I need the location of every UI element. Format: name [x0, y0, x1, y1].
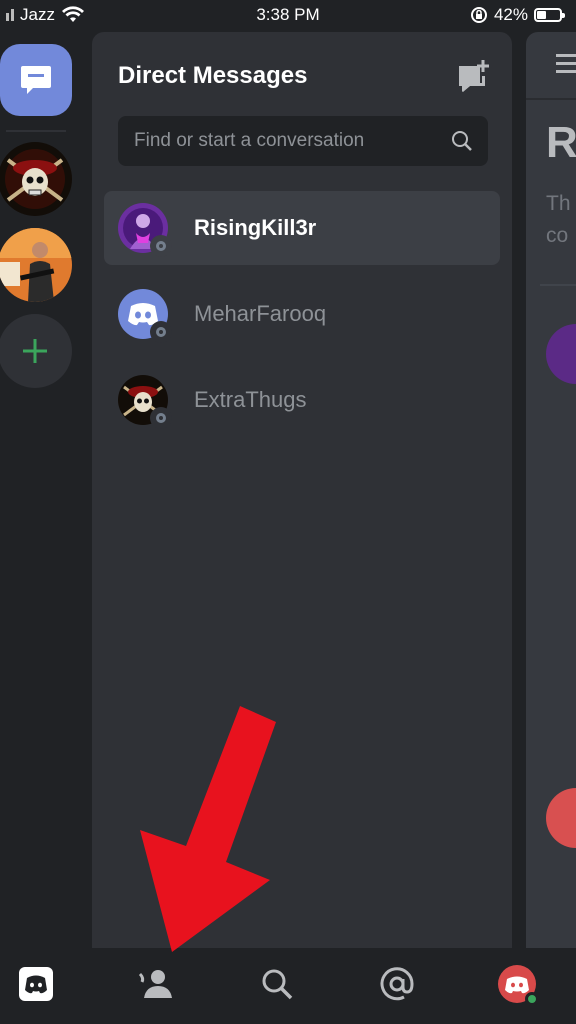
tab-mentions[interactable]: [377, 964, 417, 1004]
search-icon: [262, 969, 293, 1000]
rotation-lock-icon: [470, 7, 487, 23]
battery-percent: 42%: [493, 5, 528, 24]
dm-item-meharfarooq[interactable]: MeharFarooq: [104, 277, 500, 351]
new-dm-button[interactable]: [456, 58, 490, 92]
status-right: 42%: [470, 5, 565, 25]
home-icon: [19, 967, 53, 1001]
conversation-search[interactable]: [118, 116, 488, 166]
bottom-tab-bar: [0, 948, 576, 1024]
dm-item-risingkill3r[interactable]: RisingKill3r: [104, 191, 500, 265]
tab-search[interactable]: [257, 964, 297, 1004]
tab-friends[interactable]: [137, 964, 177, 1004]
offline-status-icon: [150, 407, 172, 429]
plus-icon: [23, 339, 47, 363]
friends-icon: [138, 970, 172, 998]
hamburger-icon[interactable]: [556, 54, 576, 78]
rail-divider: [6, 130, 66, 132]
peek-avatar: [546, 788, 576, 848]
peek-divider: [540, 284, 576, 286]
search-icon: [452, 131, 472, 151]
direct-messages-home-button[interactable]: [0, 44, 72, 116]
server-rail: [0, 32, 92, 948]
status-bar: Jazz 3:38 PM 42%: [0, 0, 576, 32]
pirate-skull-icon: [0, 142, 72, 216]
dm-name: MeharFarooq: [194, 301, 327, 326]
peek-avatar: [546, 324, 576, 384]
direct-messages-panel: Direct Messages RisingKill3r: [92, 32, 512, 948]
search-input[interactable]: [132, 129, 446, 153]
peek-title: R: [546, 118, 576, 167]
dm-name: RisingKill3r: [194, 215, 317, 240]
chat-bubble-icon: [21, 66, 51, 94]
dm-item-extrathugs[interactable]: ExtraThugs: [104, 363, 500, 437]
server-gta[interactable]: [0, 228, 72, 302]
panel-title: Direct Messages: [118, 62, 308, 89]
server-pirate-skull[interactable]: [0, 142, 72, 216]
peek-header: [526, 32, 576, 100]
tab-profile[interactable]: [497, 964, 539, 1006]
tab-home[interactable]: [16, 964, 56, 1004]
offline-status-icon: [150, 321, 172, 343]
online-status-icon: [525, 992, 539, 1006]
gta-character-icon: [0, 228, 72, 302]
chat-peek-panel[interactable]: R Th co: [526, 32, 576, 948]
peek-subtitle-line: Th: [546, 192, 571, 215]
dm-name: ExtraThugs: [194, 387, 307, 412]
add-server-button[interactable]: [0, 314, 72, 388]
mentions-icon: [380, 967, 414, 1001]
new-message-icon: [459, 60, 489, 92]
peek-subtitle: Th co: [546, 188, 571, 252]
battery-icon: [534, 8, 565, 22]
offline-status-icon: [150, 235, 172, 257]
peek-subtitle-line: co: [546, 224, 569, 247]
